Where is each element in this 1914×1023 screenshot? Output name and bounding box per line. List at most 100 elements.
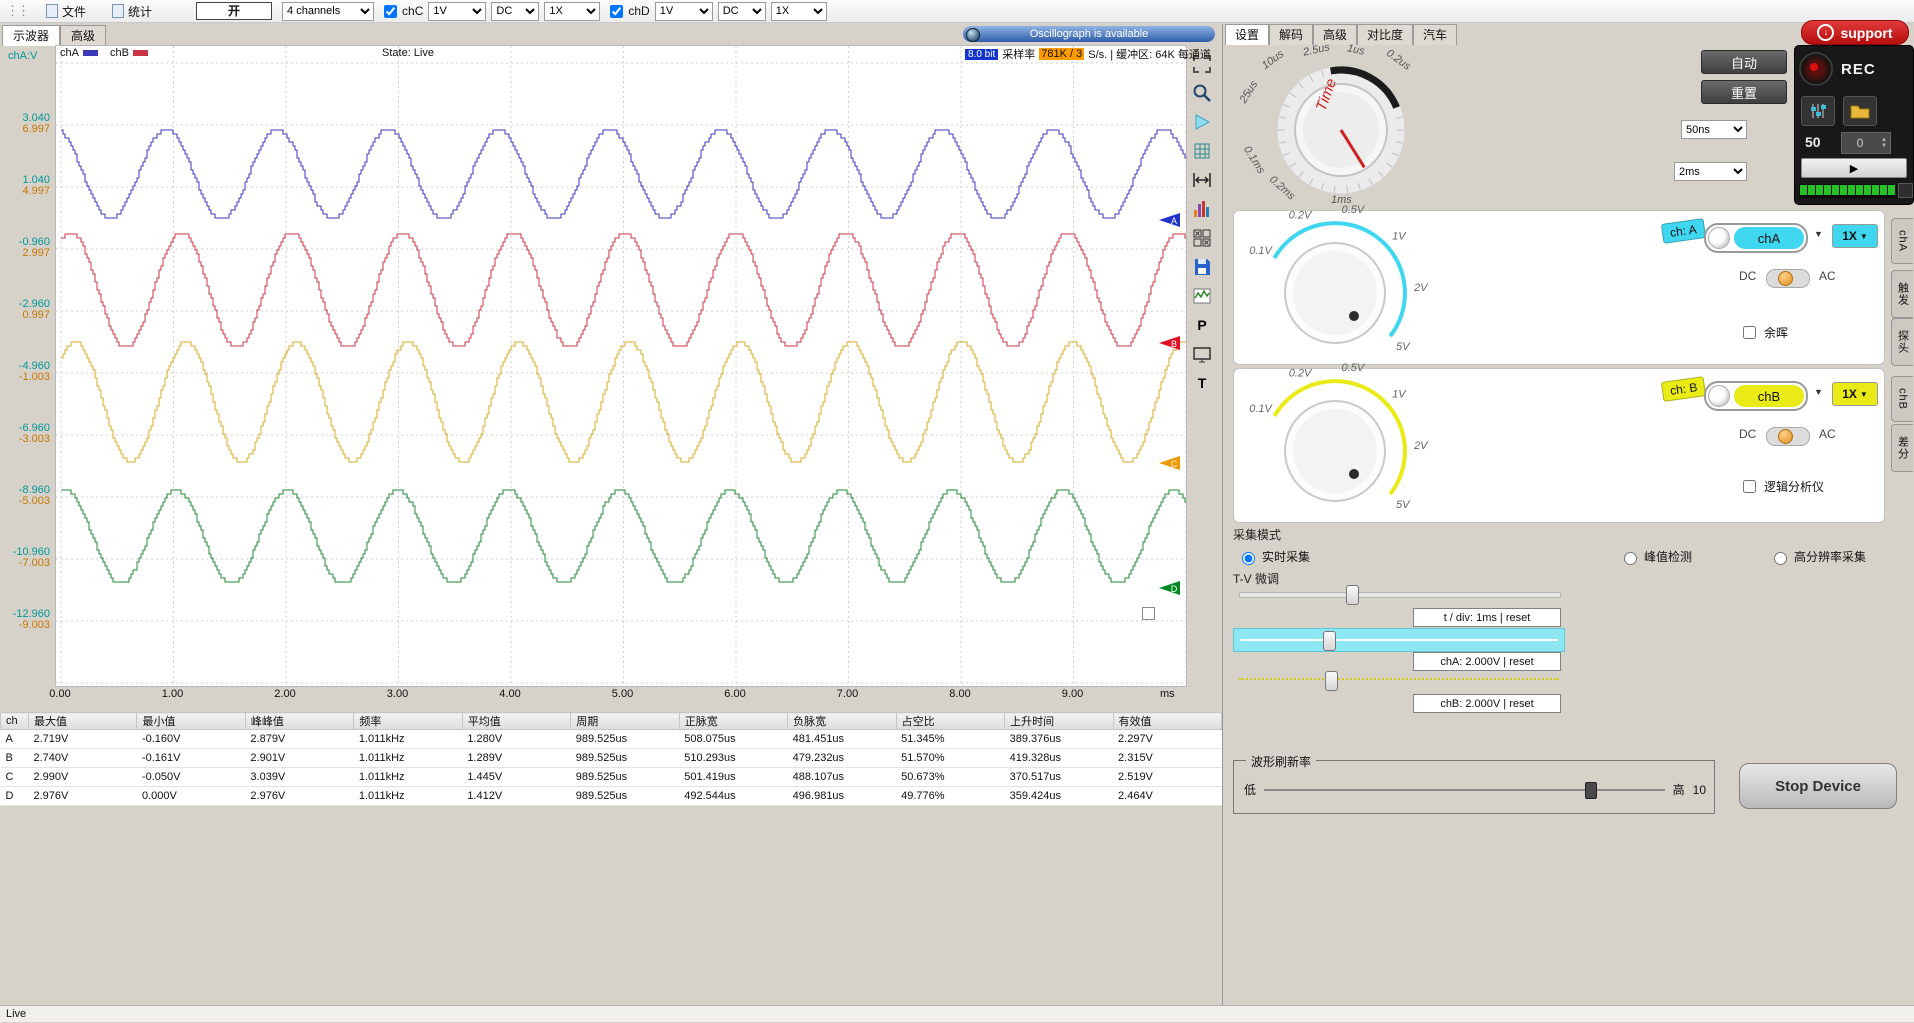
chA-atten-chip[interactable]: 1X▼ — [1832, 224, 1878, 248]
table-row[interactable]: D2.976V0.000V2.976V1.011kHz1.412V989.525… — [1, 787, 1222, 806]
side-tab-5[interactable]: 差分 — [1891, 424, 1913, 472]
progress-segment — [1816, 185, 1823, 195]
chA-enable-toggle[interactable]: chA — [1704, 223, 1808, 253]
x-tick: 4.00 — [499, 688, 520, 700]
menu-stats[interactable]: 统计 — [104, 2, 160, 21]
t-button[interactable]: T — [1190, 371, 1214, 395]
record-index-spinner[interactable]: 0 ▲▼ — [1841, 132, 1891, 154]
chC-atten-select[interactable]: 1X — [544, 2, 600, 21]
tab-settings[interactable]: 设置 — [1225, 24, 1269, 45]
tdiv-slider-label[interactable]: t / div: 1ms | reset — [1413, 608, 1561, 627]
chA-offset-slider[interactable] — [1233, 628, 1565, 652]
rec-icon — [1799, 52, 1833, 86]
chC-volt-select[interactable]: 1V — [428, 2, 486, 21]
table-cell: 2.901V — [245, 749, 353, 768]
chA-coupling-switch[interactable] — [1766, 269, 1810, 288]
plot-toolbar: P T — [1188, 52, 1216, 395]
acquisition-radio[interactable] — [1242, 552, 1255, 565]
status-dot-icon — [966, 28, 980, 42]
tab-decode[interactable]: 解码 — [1269, 24, 1313, 45]
table-row[interactable]: C2.990V-0.050V3.039V1.011kHz1.445V989.52… — [1, 768, 1222, 787]
refresh-slider-handle[interactable] — [1585, 782, 1597, 799]
spectrum-icon[interactable] — [1190, 197, 1214, 221]
play-button[interactable]: ▶ — [1801, 158, 1907, 178]
progress-segment — [1800, 185, 1807, 195]
acquisition-option[interactable]: 实时采集 — [1237, 548, 1310, 565]
marker-D[interactable]: D — [1158, 580, 1182, 599]
chD-atten-select[interactable]: 1X — [771, 2, 827, 21]
acquisition-option[interactable]: 峰值检测 — [1619, 548, 1692, 565]
acquisition-radio[interactable] — [1774, 552, 1787, 565]
on-button[interactable]: 开 — [196, 2, 272, 20]
acquisition-radio[interactable] — [1624, 552, 1637, 565]
chA-volts-knob[interactable]: 0.1V0.2V0.5V1V2V5V — [1240, 215, 1430, 361]
persist-checkbox[interactable] — [1743, 326, 1756, 339]
window-select[interactable]: 2ms — [1674, 162, 1747, 181]
chD-volt-select[interactable]: 1V — [655, 2, 713, 21]
zoom-icon[interactable] — [1190, 81, 1214, 105]
display-icon[interactable] — [1190, 342, 1214, 366]
tab-contrast[interactable]: 对比度 — [1357, 24, 1413, 45]
chD-enable-checkbox[interactable] — [610, 5, 623, 18]
slider-handle[interactable] — [1325, 671, 1338, 691]
chB-offset-slider[interactable] — [1239, 678, 1559, 680]
stop-device-button[interactable]: Stop Device — [1739, 763, 1897, 809]
progress-stop-icon[interactable] — [1898, 183, 1913, 198]
side-tab-3[interactable]: 探头 — [1891, 318, 1913, 366]
reset-button[interactable]: 重置 — [1701, 80, 1787, 104]
table-cell: 51.345% — [896, 730, 1004, 749]
slider-handle[interactable] — [1346, 585, 1359, 605]
menu-file[interactable]: 文件 — [38, 2, 94, 21]
marker-B[interactable]: B — [1158, 335, 1182, 354]
side-tab-4[interactable]: chB — [1891, 376, 1913, 422]
trigger-icon[interactable] — [1190, 110, 1214, 134]
refresh-rate-slider[interactable] — [1264, 789, 1665, 791]
side-tab-2[interactable]: 触发 — [1891, 270, 1913, 318]
grid-icon[interactable] — [1190, 139, 1214, 163]
plot-corner-checkbox[interactable] — [1142, 607, 1155, 620]
progress-segment — [1880, 185, 1887, 195]
table-row[interactable]: B2.740V-0.161V2.901V1.011kHz1.289V989.52… — [1, 749, 1222, 768]
auto-button[interactable]: 自动 — [1701, 50, 1787, 74]
chC-coupling-select[interactable]: DC — [491, 2, 539, 21]
marker-C[interactable]: C — [1158, 455, 1182, 474]
matrix-icon[interactable] — [1190, 226, 1214, 250]
waveform-plot[interactable] — [55, 45, 1187, 687]
support-button[interactable]: ↓ support — [1801, 20, 1909, 45]
chB-logic-analyzer-option[interactable]: 逻辑分析仪 — [1739, 477, 1824, 496]
timebase-knob[interactable]: Time 10us2.5us1us0.2us25us0.1ms0.2ms1ms — [1241, 46, 1441, 206]
p-button[interactable]: P — [1190, 313, 1214, 337]
folder-icon[interactable] — [1843, 96, 1877, 126]
timebase-select[interactable]: 50ns — [1681, 120, 1747, 139]
table-row[interactable]: A2.719V-0.160V2.879V1.011kHz1.280V989.52… — [1, 730, 1222, 749]
h-scale-icon[interactable] — [1190, 168, 1214, 192]
chB-offset-label[interactable]: chB: 2.000V | reset — [1413, 694, 1561, 713]
chA-persist-option[interactable]: 余晖 — [1739, 323, 1788, 342]
chB-volts-knob[interactable]: 0.1V0.2V0.5V1V2V5V — [1240, 373, 1430, 519]
chD-coupling-select[interactable]: DC — [718, 2, 766, 21]
chB-enable-toggle[interactable]: chB — [1704, 381, 1808, 411]
side-tab-1[interactable]: chA — [1891, 218, 1913, 264]
statusbar-text: Live — [6, 1008, 26, 1020]
channel-count-select[interactable]: 4 channels — [282, 2, 374, 21]
spinner-arrows-icon[interactable]: ▲▼ — [1878, 137, 1890, 149]
logic-analyzer-checkbox[interactable] — [1743, 480, 1756, 493]
chB-dropdown-caret[interactable]: ▼ — [1814, 387, 1823, 397]
tab-automotive[interactable]: 汽车 — [1413, 24, 1457, 45]
equalizer-icon[interactable] — [1801, 96, 1835, 126]
rec-button[interactable]: REC — [1799, 50, 1909, 88]
tab-oscilloscope[interactable]: 示波器 — [2, 25, 60, 46]
acquisition-option[interactable]: 高分辨率采集 — [1769, 548, 1866, 565]
snapshot-icon[interactable] — [1190, 284, 1214, 308]
chA-dropdown-caret[interactable]: ▼ — [1814, 229, 1823, 239]
tab-advanced[interactable]: 高级 — [60, 25, 106, 46]
save-icon[interactable] — [1190, 255, 1214, 279]
chB-coupling-switch[interactable] — [1766, 427, 1810, 446]
tdiv-slider[interactable] — [1239, 592, 1561, 598]
chC-enable-checkbox[interactable] — [384, 5, 397, 18]
slider-handle[interactable] — [1323, 631, 1336, 651]
table-cell: 2.976V — [245, 787, 353, 806]
chA-offset-label[interactable]: chA: 2.000V | reset — [1413, 652, 1561, 671]
chB-atten-chip[interactable]: 1X▼ — [1832, 382, 1878, 406]
marker-A[interactable]: A — [1158, 212, 1182, 231]
